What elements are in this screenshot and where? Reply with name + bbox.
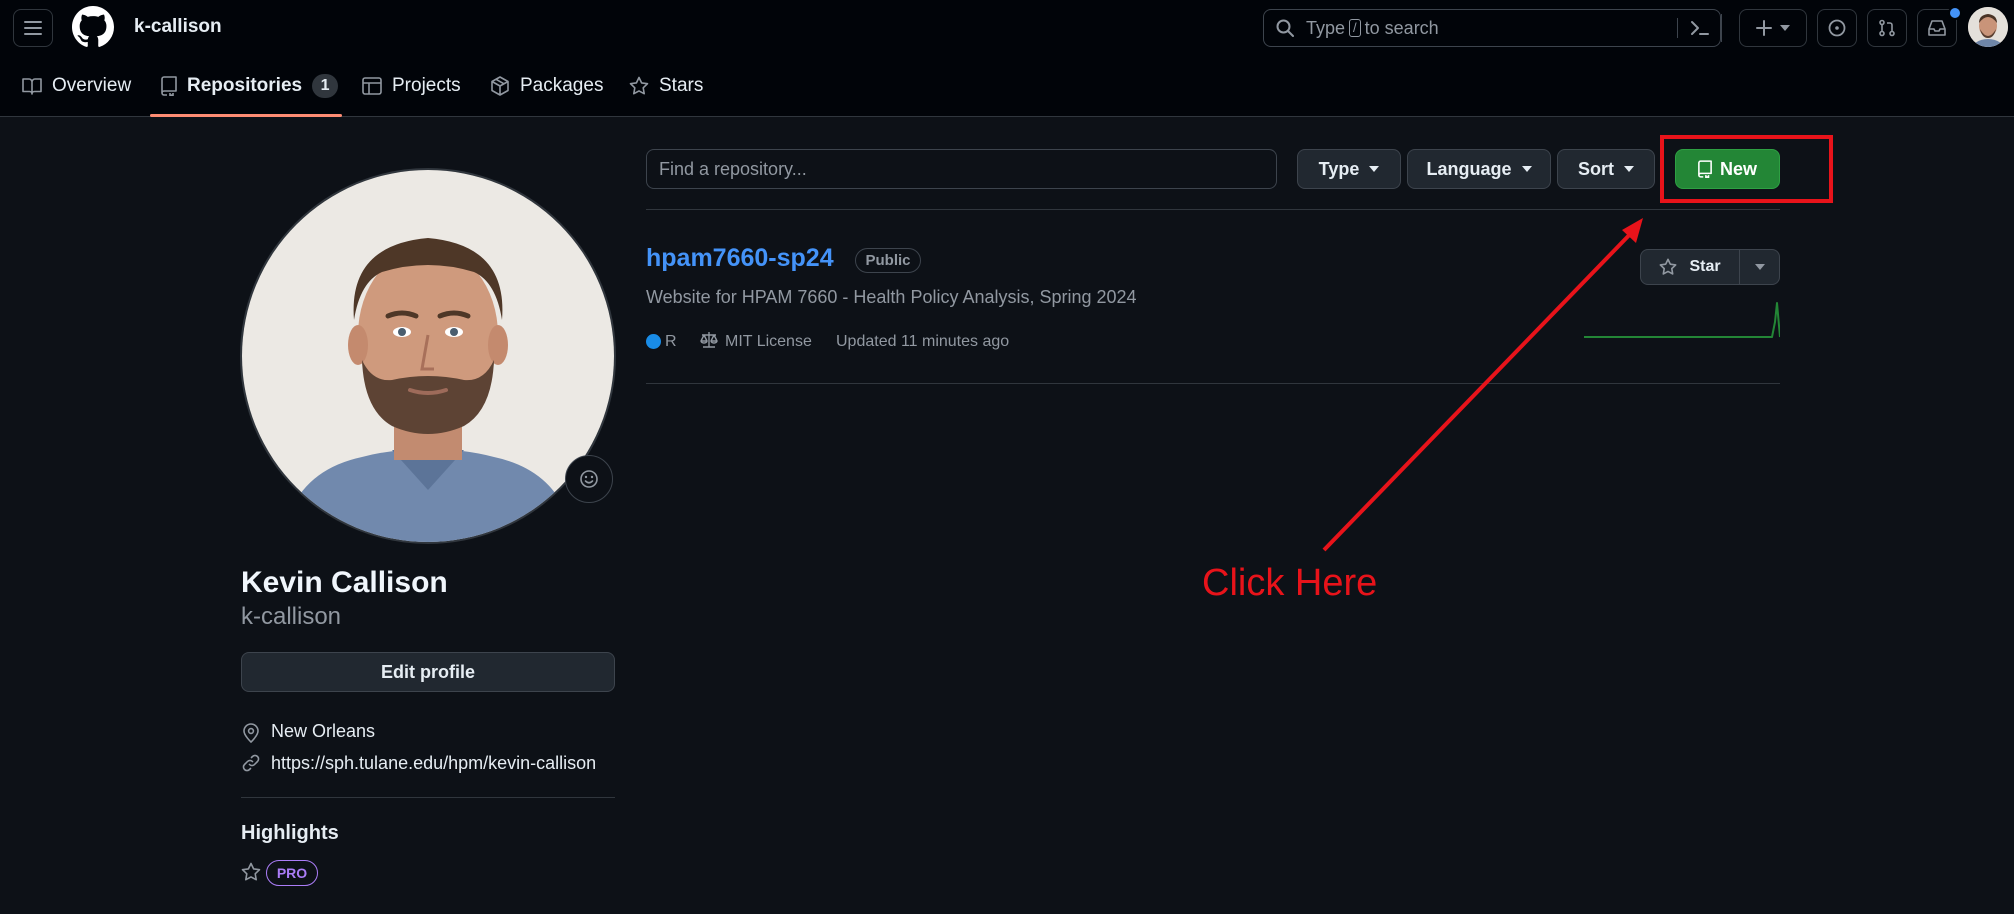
search-prefix: Type bbox=[1306, 17, 1346, 38]
tab-projects-label: Projects bbox=[392, 74, 461, 96]
chevron-down-icon bbox=[1780, 25, 1790, 31]
highlights-heading: Highlights bbox=[241, 822, 339, 844]
law-icon bbox=[699, 331, 719, 349]
location-icon bbox=[242, 723, 260, 743]
edit-profile-label: Edit profile bbox=[381, 661, 475, 682]
book-icon bbox=[22, 77, 42, 95]
star-outline-icon bbox=[241, 862, 261, 882]
language-filter-button[interactable]: Language bbox=[1407, 149, 1551, 189]
language-filter-label: Language bbox=[1426, 158, 1512, 179]
sidebar-divider bbox=[241, 797, 615, 798]
inbox-icon bbox=[1927, 19, 1947, 37]
header-username[interactable]: k-callison bbox=[134, 16, 222, 38]
repo-updated: Updated 11 minutes ago bbox=[836, 333, 1010, 350]
header-divider bbox=[1721, 14, 1722, 42]
active-tab-underline bbox=[150, 114, 342, 117]
menu-button[interactable] bbox=[13, 9, 53, 47]
star-label: Star bbox=[1689, 258, 1721, 275]
repositories-count-badge: 1 bbox=[312, 73, 339, 98]
global-search-input[interactable]: Type / to search bbox=[1263, 9, 1721, 47]
create-new-button[interactable] bbox=[1739, 9, 1807, 47]
search-suffix: to search bbox=[1364, 17, 1439, 38]
issues-button[interactable] bbox=[1817, 9, 1857, 47]
hamburger-icon bbox=[24, 20, 42, 36]
find-repository-input[interactable] bbox=[646, 149, 1277, 189]
star-icon bbox=[629, 76, 649, 96]
chevron-down-icon bbox=[1754, 264, 1765, 270]
type-caret-icon bbox=[1369, 166, 1380, 172]
tab-stars-label: Stars bbox=[659, 74, 704, 96]
tab-repositories-label: Repositories bbox=[187, 74, 303, 96]
annotation-arrow bbox=[1322, 218, 1643, 552]
repo-description: Website for HPAM 7660 - Health Policy An… bbox=[646, 287, 1137, 307]
type-filter-button[interactable]: Type bbox=[1297, 149, 1401, 189]
sort-filter-button[interactable]: Sort bbox=[1557, 149, 1655, 189]
command-palette-icon[interactable] bbox=[1690, 19, 1710, 37]
repo-license: MIT License bbox=[725, 333, 812, 350]
plus-icon bbox=[1756, 20, 1772, 36]
link-icon bbox=[242, 754, 260, 772]
github-logo-icon[interactable] bbox=[72, 6, 114, 48]
search-icon bbox=[1276, 19, 1294, 37]
tab-stars[interactable]: Stars bbox=[629, 54, 703, 117]
sort-filter-label: Sort bbox=[1578, 158, 1614, 179]
type-filter-label: Type bbox=[1318, 158, 1360, 179]
issue-icon bbox=[1828, 19, 1846, 37]
tab-packages[interactable]: Packages bbox=[490, 54, 603, 117]
language-color-dot bbox=[646, 334, 661, 349]
edit-profile-button[interactable]: Edit profile bbox=[241, 652, 615, 692]
top-header: k-callison Type / to search bbox=[0, 0, 2014, 54]
pull-request-icon bbox=[1878, 19, 1896, 37]
table-icon bbox=[362, 76, 382, 95]
notification-dot bbox=[1948, 6, 1962, 20]
smiley-icon bbox=[579, 469, 599, 489]
profile-website-link[interactable]: https://sph.tulane.edu/hpm/kevin-calliso… bbox=[271, 753, 596, 774]
search-key-hint: / bbox=[1349, 19, 1361, 37]
tab-repositories[interactable]: Repositories 1 bbox=[161, 54, 339, 117]
tab-overview[interactable]: Overview bbox=[22, 54, 131, 117]
repo-language: R bbox=[665, 333, 677, 350]
set-status-button[interactable] bbox=[565, 455, 613, 503]
repo-visibility-badge: Public bbox=[855, 248, 921, 273]
profile-nav: Overview Repositories 1 Projects Package… bbox=[0, 54, 2014, 117]
sort-caret-icon bbox=[1624, 166, 1634, 172]
repo-icon bbox=[161, 75, 177, 96]
star-button-group: Star bbox=[1640, 249, 1780, 285]
pull-requests-button[interactable] bbox=[1867, 9, 1907, 47]
profile-login: k-callison bbox=[241, 603, 342, 630]
tab-overview-label: Overview bbox=[52, 74, 132, 96]
annotation-highlight-box bbox=[1660, 135, 1833, 203]
pro-badge: PRO bbox=[266, 860, 318, 886]
package-icon bbox=[490, 75, 510, 96]
repo-name-link[interactable]: hpam7660-sp24 bbox=[646, 244, 834, 273]
profile-location: New Orleans bbox=[271, 721, 376, 741]
tab-projects[interactable]: Projects bbox=[362, 54, 461, 117]
annotation-text: Click Here bbox=[1202, 562, 1378, 604]
profile-photo[interactable] bbox=[240, 168, 616, 544]
profile-name: Kevin Callison bbox=[241, 566, 448, 599]
star-icon bbox=[1659, 258, 1677, 276]
language-caret-icon bbox=[1521, 166, 1532, 172]
tab-packages-label: Packages bbox=[520, 74, 604, 96]
user-avatar[interactable] bbox=[1968, 7, 2008, 47]
star-list-dropdown[interactable] bbox=[1740, 250, 1779, 284]
